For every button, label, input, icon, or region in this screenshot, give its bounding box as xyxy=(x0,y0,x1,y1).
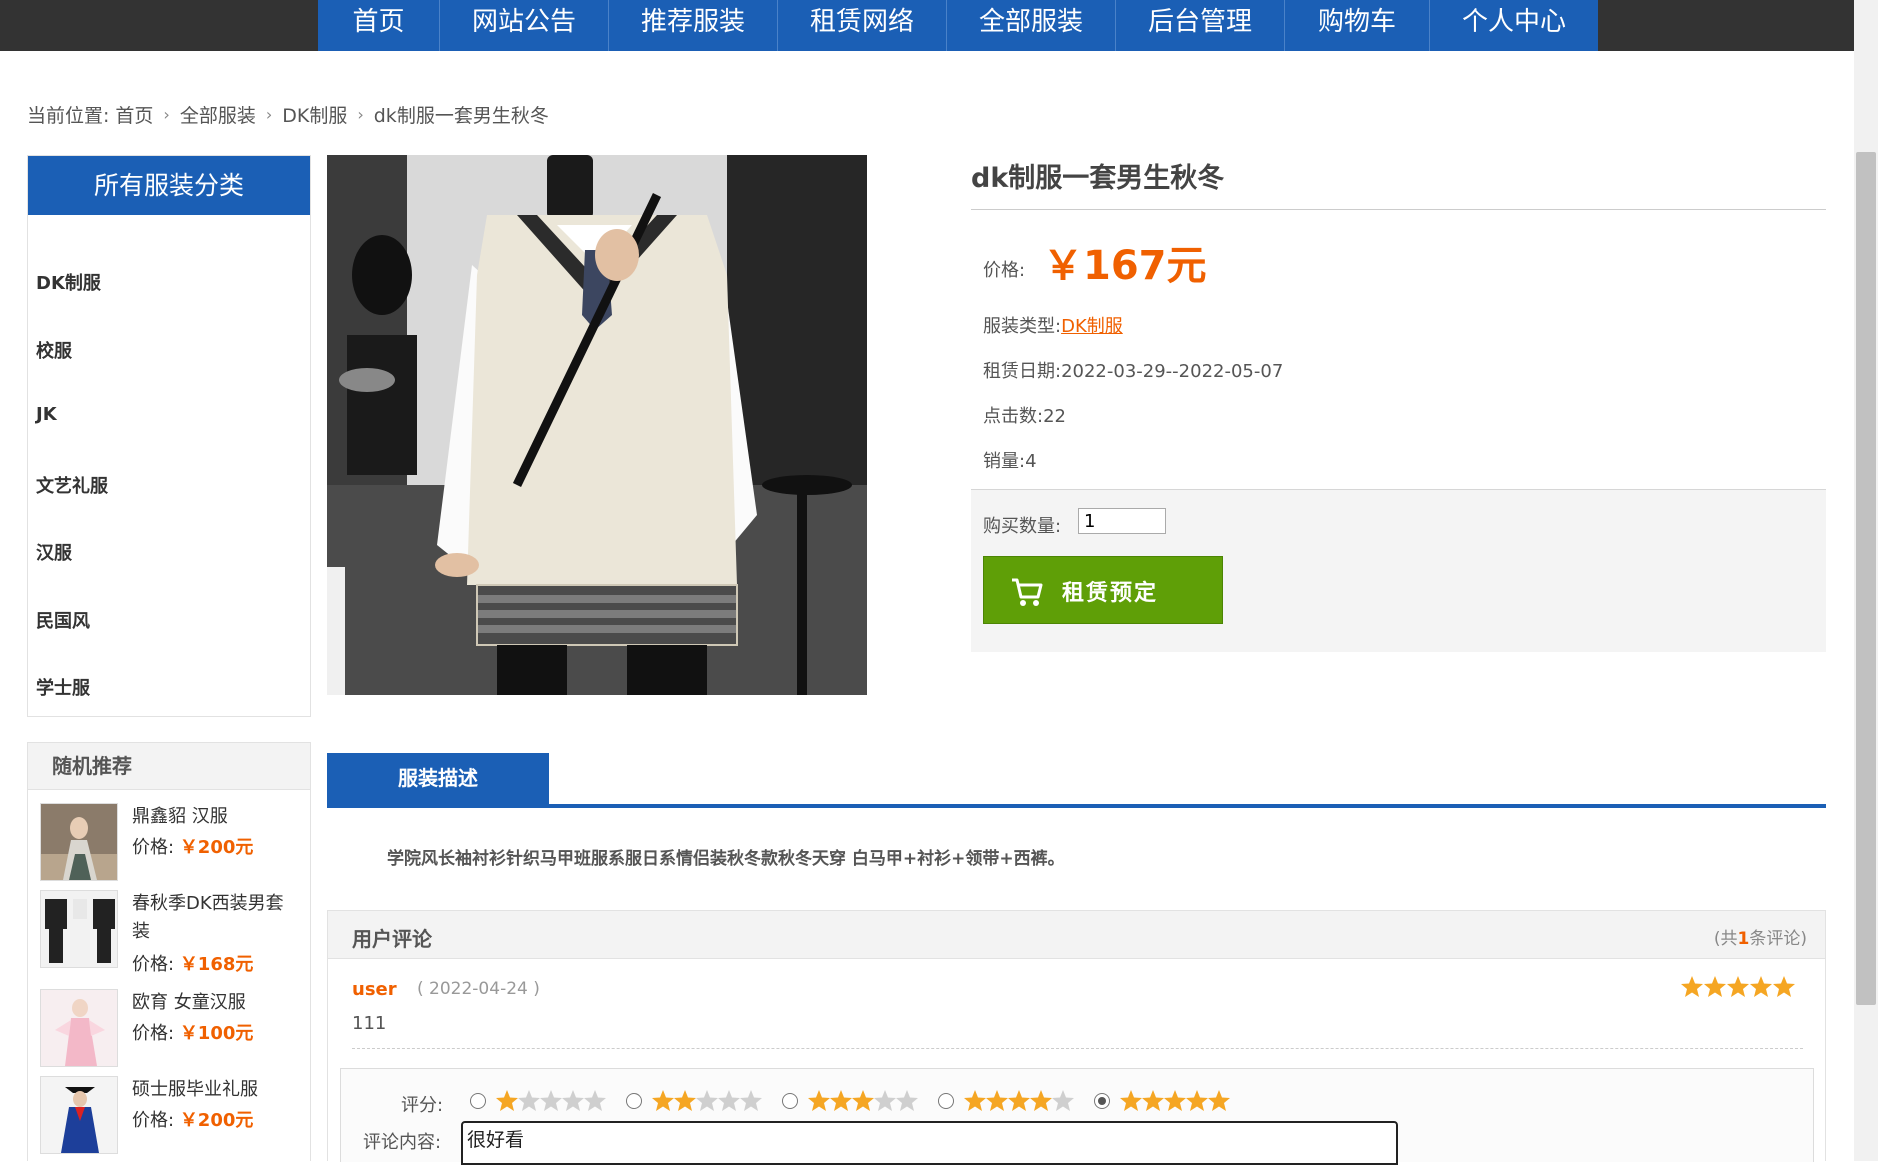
click-count-row: 点击数:22 xyxy=(983,406,1066,427)
star-rating-1-icon xyxy=(496,1090,606,1111)
main-nav: 首页 网站公告 推荐服装 租赁网络 全部服装 后台管理 购物车 个人中心 xyxy=(318,0,1598,51)
category-item-hanfu[interactable]: 汉服 xyxy=(36,539,72,565)
nav-item-home[interactable]: 首页 xyxy=(318,0,440,51)
nav-item-announcements[interactable]: 网站公告 xyxy=(440,0,609,51)
product-type-row: 服装类型:DK制服 xyxy=(983,316,1123,337)
quantity-input[interactable] xyxy=(1078,508,1166,534)
breadcrumb-prefix: 当前位置: xyxy=(27,105,110,127)
comment-content-label: 评论内容: xyxy=(363,1132,442,1153)
category-item-art-dress[interactable]: 文艺礼服 xyxy=(36,472,108,498)
comments-panel: 用户评论 (共1条评论) user ( 2022-04-24 ) 111 评分: xyxy=(327,910,1826,1165)
score-label: 评分: xyxy=(401,1095,444,1116)
category-item-jk[interactable]: JK xyxy=(36,404,57,425)
comments-title: 用户评论 xyxy=(352,927,432,951)
purchase-panel: 购买数量: 租赁预定 xyxy=(971,489,1826,652)
list-item[interactable]: 硕士服毕业礼服 价格: ￥200元 xyxy=(40,1076,304,1156)
recommend-item-price: 价格: ￥200元 xyxy=(132,1110,254,1131)
breadcrumb: 当前位置: 首页 › 全部服装 › DK制服 › dk制服一套男生秋冬 xyxy=(27,101,549,128)
rent-reserve-button[interactable]: 租赁预定 xyxy=(983,556,1223,624)
nav-item-admin[interactable]: 后台管理 xyxy=(1116,0,1285,51)
chevron-right-icon: › xyxy=(163,105,170,124)
nav-item-recommended[interactable]: 推荐服装 xyxy=(609,0,778,51)
star-rating-3-icon xyxy=(808,1090,918,1111)
nav-item-rental-network[interactable]: 租赁网络 xyxy=(778,0,947,51)
recommend-item-price: 价格: ￥200元 xyxy=(132,837,254,858)
product-title: dk制服一套男生秋冬 xyxy=(971,163,1225,194)
divider xyxy=(352,1048,1803,1049)
tab-description[interactable]: 服装描述 xyxy=(327,753,549,804)
quantity-label: 购买数量: xyxy=(983,516,1062,537)
comments-header: 用户评论 (共1条评论) xyxy=(328,911,1825,959)
comment-date: ( 2022-04-24 ) xyxy=(417,979,540,999)
recommend-item-name[interactable]: 鼎鑫貂 汉服 xyxy=(132,803,292,831)
star-rating-2-icon xyxy=(652,1090,762,1111)
product-image[interactable] xyxy=(327,155,867,695)
random-recommend-panel: 随机推荐 鼎鑫貂 汉服 价格: ￥200元 春秋季DK西装男套装 价格: ￥16… xyxy=(27,742,311,1161)
score-radio-2[interactable] xyxy=(626,1093,642,1109)
comments-count: (共1条评论) xyxy=(1713,929,1807,949)
product-description: 学院风长袖衬衫针织马甲班服系服日系情侣装秋冬款秋冬天穿 白马甲+衬衫+领带+西裤… xyxy=(387,849,1065,869)
product-price: ￥167元 xyxy=(1043,243,1207,289)
breadcrumb-home[interactable]: 首页 xyxy=(115,101,153,128)
price-label: 价格: xyxy=(983,260,1026,281)
cart-icon xyxy=(1010,577,1044,613)
nav-item-cart[interactable]: 购物车 xyxy=(1285,0,1430,51)
product-thumbnail[interactable] xyxy=(40,803,118,881)
nav-item-all-clothing[interactable]: 全部服装 xyxy=(947,0,1116,51)
category-sidebar: 所有服装分类 DK制服 校服 JK 文艺礼服 汉服 民国风 学士服 xyxy=(27,155,311,717)
divider xyxy=(971,209,1826,210)
list-item[interactable]: 欧育 女童汉服 价格: ￥100元 xyxy=(40,989,304,1069)
list-item[interactable]: 春秋季DK西装男套装 价格: ￥168元 xyxy=(40,890,304,1000)
sales-count-row: 销量:4 xyxy=(983,451,1037,472)
product-type-link[interactable]: DK制服 xyxy=(1061,316,1123,337)
breadcrumb-current: dk制服一套男生秋冬 xyxy=(373,105,549,127)
chevron-right-icon: › xyxy=(265,105,273,124)
random-recommend-title: 随机推荐 xyxy=(28,743,310,790)
chevron-right-icon: › xyxy=(357,105,364,124)
product-thumbnail[interactable] xyxy=(40,989,118,1067)
breadcrumb-all-clothing[interactable]: 全部服装 xyxy=(180,101,256,128)
category-item-republic-style[interactable]: 民国风 xyxy=(36,607,90,633)
tab-bar: 服装描述 xyxy=(327,753,1826,808)
recommend-item-price: 价格: ￥168元 xyxy=(132,954,254,975)
nav-item-profile[interactable]: 个人中心 xyxy=(1430,0,1598,51)
product-thumbnail[interactable] xyxy=(40,1076,118,1154)
rental-date-row: 租赁日期:2022-03-29--2022-05-07 xyxy=(983,361,1284,382)
star-rating-5-icon xyxy=(1120,1090,1230,1111)
category-item-bachelor-gown[interactable]: 学士服 xyxy=(36,674,90,700)
category-sidebar-title: 所有服装分类 xyxy=(28,156,310,215)
comment-rating-stars xyxy=(1681,975,1795,1003)
comment-text: 111 xyxy=(352,1013,387,1034)
comment-user: user xyxy=(352,979,397,1000)
comment-content-textarea[interactable]: 很好看 xyxy=(461,1121,1398,1165)
list-item[interactable]: 鼎鑫貂 汉服 价格: ￥200元 xyxy=(40,803,304,883)
product-thumbnail[interactable] xyxy=(40,890,118,968)
star-rating-4-icon xyxy=(964,1090,1074,1111)
recommend-item-name[interactable]: 硕士服毕业礼服 xyxy=(132,1076,292,1104)
recommend-item-price: 价格: ￥100元 xyxy=(132,1023,254,1044)
comment-form: 评分: 评论内容: 很好看 xyxy=(340,1068,1814,1165)
score-radio-4[interactable] xyxy=(938,1093,954,1109)
score-radio-3[interactable] xyxy=(782,1093,798,1109)
scrollbar-thumb[interactable] xyxy=(1856,152,1876,1005)
score-radio-1[interactable] xyxy=(470,1093,486,1109)
recommend-item-name[interactable]: 春秋季DK西装男套装 xyxy=(132,890,292,946)
recommend-item-name[interactable]: 欧育 女童汉服 xyxy=(132,989,292,1017)
category-item-school-uniform[interactable]: 校服 xyxy=(36,337,72,363)
score-radio-5[interactable] xyxy=(1094,1093,1110,1109)
breadcrumb-category[interactable]: DK制服 xyxy=(282,101,347,128)
category-item-dk[interactable]: DK制服 xyxy=(36,269,101,295)
rent-reserve-label: 租赁预定 xyxy=(1062,581,1159,606)
